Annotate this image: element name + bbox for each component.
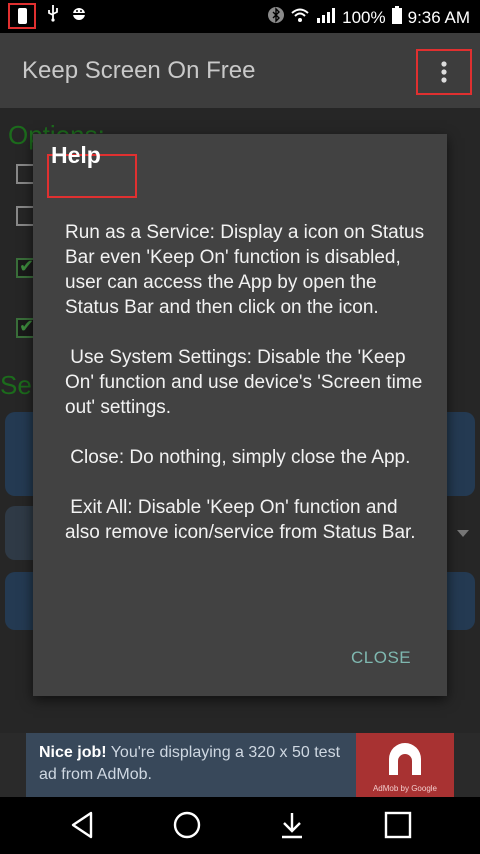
screen: 100% 9:36 AM Keep Screen On Free Options…: [0, 0, 480, 854]
settings-heading: Se: [0, 370, 32, 400]
back-icon: [71, 811, 93, 839]
signal-icon: [316, 7, 336, 29]
recents-icon: [384, 811, 412, 839]
overflow-menu-button[interactable]: [416, 49, 472, 95]
recents-button[interactable]: [378, 807, 418, 843]
battery-icon: [391, 6, 402, 30]
app-title: Keep Screen On Free: [22, 57, 256, 84]
admob-logo: AdMob by Google: [356, 733, 454, 797]
status-bar: 100% 9:36 AM: [0, 0, 480, 33]
admob-icon: [389, 743, 421, 775]
notifications-button[interactable]: [272, 807, 312, 843]
admob-caption: AdMob by Google: [372, 784, 438, 793]
back-button[interactable]: [62, 807, 102, 843]
ad-text: Nice job! You're displaying a 320 x 50 t…: [39, 742, 349, 786]
clock: 9:36 AM: [407, 8, 470, 27]
more-vert-icon: [441, 61, 447, 83]
navigation-bar: [0, 797, 480, 854]
battery-percent: 100%: [342, 8, 386, 27]
wifi-icon: [290, 7, 310, 29]
close-button[interactable]: CLOSE: [351, 648, 411, 668]
ad-headline: Nice job!: [39, 744, 107, 761]
status-bar-right: 100% 9:36 AM: [268, 6, 470, 30]
ad-banner[interactable]: Nice job! You're displaying a 320 x 50 t…: [26, 733, 454, 797]
spinner-arrow-icon: [457, 530, 469, 537]
app-bar: Keep Screen On Free: [0, 33, 480, 108]
dialog-title: Help: [51, 142, 101, 168]
home-icon: [173, 811, 201, 839]
dialog-message: Run as a Service: Display a icon on Stat…: [65, 222, 425, 543]
phone-icon: [8, 3, 36, 29]
home-button[interactable]: [167, 807, 207, 843]
help-dialog: Help Run as a Service: Display a icon on…: [33, 134, 447, 696]
notifications-down-icon: [282, 813, 302, 839]
android-debug-icon: [70, 4, 88, 28]
usb-icon: [46, 4, 60, 28]
bluetooth-icon: [268, 6, 285, 30]
status-bar-left: [8, 3, 88, 29]
